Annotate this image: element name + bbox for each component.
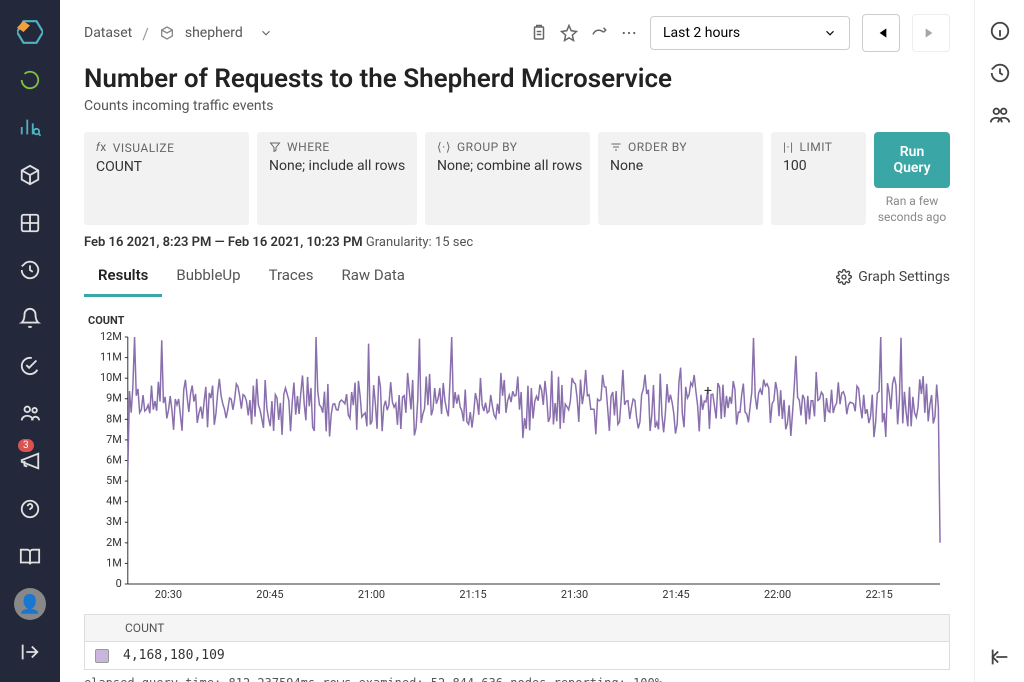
breadcrumb-dataset[interactable]: shepherd — [185, 25, 243, 41]
collapse-left-icon[interactable] — [10, 632, 50, 672]
time-granularity: Feb 16 2021, 8:23 PM — Feb 16 2021, 10:2… — [60, 235, 974, 250]
nav-announce-icon[interactable]: 3 — [10, 441, 50, 481]
user-avatar[interactable]: 👤 — [14, 588, 46, 620]
clipboard-icon[interactable] — [530, 24, 548, 42]
breadcrumb-sep: / — [142, 24, 149, 43]
result-tabs: Results BubbleUp Traces Raw Data Graph S… — [60, 250, 974, 298]
nav-history-icon[interactable] — [10, 251, 50, 291]
nav-boards-icon[interactable] — [10, 203, 50, 243]
nav-alerts-icon[interactable] — [10, 298, 50, 338]
run-query-button[interactable]: Run Query — [874, 132, 950, 188]
nav-query-icon[interactable] — [10, 107, 50, 147]
more-icon[interactable] — [620, 24, 638, 42]
svg-text:22:00: 22:00 — [764, 588, 791, 601]
page-subtitle: Counts incoming traffic events — [84, 98, 950, 114]
svg-text:21:30: 21:30 — [561, 588, 588, 601]
chart-area: COUNT 0 1M 2M 3M 4M 5M 6M 7M 8M 9M 10M 11M 12M 20:30 2… — [60, 298, 974, 606]
nav-docs-icon[interactable] — [10, 537, 50, 577]
svg-text:20:30: 20:30 — [155, 588, 182, 601]
page-title: Number of Requests to the Shepherd Micro… — [84, 64, 950, 94]
run-hint: Ran a few seconds ago — [874, 194, 950, 225]
refresh-icon[interactable] — [10, 60, 50, 100]
series-color-swatch — [95, 649, 109, 663]
gear-icon — [836, 269, 852, 285]
chart-title: COUNT — [88, 314, 950, 327]
groupby-clause[interactable]: ⟨·⟩GROUP BY None; combine all rows — [425, 132, 590, 225]
svg-text:12M: 12M — [100, 331, 122, 343]
svg-text:10M: 10M — [100, 371, 122, 384]
history-prev-button[interactable] — [862, 14, 900, 52]
filter-icon — [269, 141, 281, 153]
dataset-icon — [159, 25, 175, 41]
limit-icon: |·| — [783, 140, 794, 154]
svg-text:11M: 11M — [100, 351, 122, 364]
svg-text:1M: 1M — [106, 557, 122, 570]
svg-text:21:00: 21:00 — [358, 588, 385, 601]
sort-icon — [610, 141, 622, 153]
svg-text:5M: 5M — [106, 474, 122, 487]
graph-settings-button[interactable]: Graph Settings — [836, 269, 950, 285]
svg-text:6M: 6M — [106, 454, 122, 467]
svg-text:9M: 9M — [106, 392, 122, 405]
svg-text:8M: 8M — [106, 412, 122, 425]
right-rail — [974, 0, 1024, 682]
breadcrumb-root[interactable]: Dataset — [84, 25, 132, 41]
table-row[interactable]: 4,168,180,109 — [85, 642, 949, 669]
footer-stats: elapsed query time: 812.237594ms rows ex… — [60, 670, 974, 682]
time-range-value: Last 2 hours — [663, 25, 740, 41]
svg-text:0: 0 — [116, 577, 122, 590]
query-builder: 𝑓xVISUALIZE COUNT WHERE None; include al… — [60, 122, 974, 235]
where-clause[interactable]: WHERE None; include all rows — [257, 132, 417, 225]
breadcrumb-row: Dataset / shepherd Last 2 hours — [60, 0, 974, 52]
svg-text:2M: 2M — [106, 536, 122, 549]
group-icon: ⟨·⟩ — [437, 140, 451, 154]
svg-text:21:15: 21:15 — [459, 588, 486, 601]
svg-text:4M: 4M — [106, 495, 122, 508]
main-content: Dataset / shepherd Last 2 hours Number o… — [60, 0, 974, 682]
tab-traces[interactable]: Traces — [255, 256, 328, 297]
tab-rawdata[interactable]: Raw Data — [327, 256, 418, 297]
svg-text:7M: 7M — [106, 433, 122, 446]
team-panel-icon[interactable] — [989, 104, 1011, 126]
star-icon[interactable] — [560, 24, 578, 42]
fx-icon: 𝑓x — [96, 140, 107, 155]
line-chart[interactable]: 0 1M 2M 3M 4M 5M 6M 7M 8M 9M 10M 11M 12M 20:30 20:45 21… — [84, 331, 950, 606]
nav-team-icon[interactable] — [10, 394, 50, 434]
nav-slos-icon[interactable] — [10, 346, 50, 386]
result-table: COUNT 4,168,180,109 — [84, 614, 950, 670]
tab-results[interactable]: Results — [84, 256, 162, 297]
limit-clause[interactable]: |·|LIMIT 100 — [771, 132, 866, 225]
visualize-clause[interactable]: 𝑓xVISUALIZE COUNT — [84, 132, 249, 225]
honeycomb-logo[interactable] — [10, 12, 50, 52]
nav-help-icon[interactable] — [10, 489, 50, 529]
history-panel-icon[interactable] — [989, 62, 1011, 84]
time-range-select[interactable]: Last 2 hours — [650, 16, 850, 50]
tab-bubbleup[interactable]: BubbleUp — [162, 256, 254, 297]
svg-text:3M: 3M — [106, 515, 122, 528]
table-value: 4,168,180,109 — [123, 648, 225, 663]
chart-crosshair-icon: + — [704, 383, 712, 399]
svg-text:22:15: 22:15 — [865, 588, 892, 601]
table-header: COUNT — [85, 615, 949, 642]
dataset-chevron-down-icon[interactable] — [259, 26, 273, 40]
nav-datasets-icon[interactable] — [10, 155, 50, 195]
history-next-button[interactable] — [912, 14, 950, 52]
svg-text:20:45: 20:45 — [256, 588, 283, 601]
orderby-clause[interactable]: ORDER BY None — [598, 132, 763, 225]
left-nav: 3 👤 — [0, 0, 60, 682]
svg-text:21:45: 21:45 — [662, 588, 689, 601]
share-icon[interactable] — [590, 24, 608, 42]
collapse-right-icon[interactable] — [989, 646, 1011, 668]
notification-badge: 3 — [18, 439, 34, 452]
info-icon[interactable] — [989, 20, 1011, 42]
